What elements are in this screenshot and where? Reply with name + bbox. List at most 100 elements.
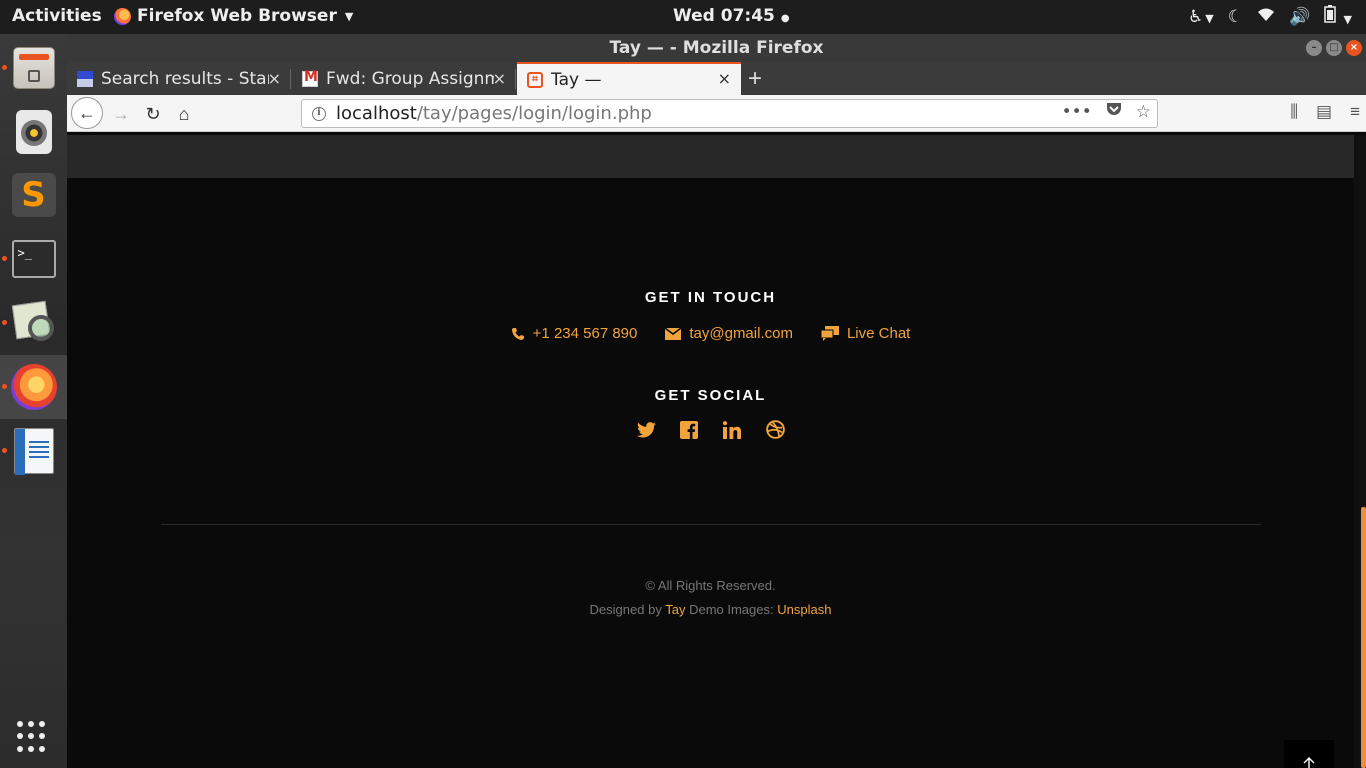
copyright-text: © All Rights Reserved. <box>645 578 776 593</box>
back-to-top-button[interactable] <box>1284 740 1334 768</box>
firefox-window: Tay — - Mozilla Firefox – □ × Search res… <box>67 34 1366 768</box>
activities-button[interactable]: Activities <box>12 6 102 26</box>
page-actions-icon[interactable]: ••• <box>1062 102 1092 122</box>
scrollbar-thumb[interactable] <box>1361 507 1366 768</box>
rhythmbox-icon <box>15 110 52 154</box>
night-light-icon[interactable]: ☾ <box>1228 7 1243 27</box>
demo-images-label: Demo Images: <box>689 602 774 617</box>
tab-search-results[interactable]: Search results - Star × <box>67 62 291 95</box>
sublime-text-icon: S <box>11 173 56 217</box>
url-path: /tay/pages/login/login.php <box>416 103 652 124</box>
site-info-icon[interactable]: i <box>312 106 326 121</box>
home-icon[interactable]: ⌂ <box>169 99 199 129</box>
facebook-icon[interactable] <box>680 420 699 439</box>
designed-by-label: Designed by <box>589 602 662 617</box>
battery-icon[interactable]: ▼ <box>1324 5 1352 28</box>
contact-list: +1 234 567 890 tay@gmail.com Live Chat <box>67 325 1354 342</box>
dock-rhythmbox[interactable] <box>0 100 67 164</box>
gnome-top-bar: Activities Firefox Web Browser ▼ Wed 07:… <box>0 0 1366 34</box>
running-indicator <box>2 320 7 325</box>
wifi-icon[interactable] <box>1257 7 1275 27</box>
toolbar-right: ⫼ ▤ ≡ <box>1290 102 1360 122</box>
twitter-icon[interactable] <box>636 420 656 439</box>
new-tab-icon[interactable]: + <box>748 65 762 93</box>
dribbble-icon[interactable] <box>765 420 785 439</box>
minimize-icon[interactable]: – <box>1306 40 1322 56</box>
live-chat-label: Live Chat <box>846 325 911 342</box>
maximize-icon[interactable]: □ <box>1326 40 1342 56</box>
url-host: localhost <box>336 103 417 124</box>
ubuntu-dock: S >_ <box>0 34 67 768</box>
url-bar[interactable]: i localhost /tay/pages/login/login.php •… <box>301 99 1158 128</box>
back-arrow-icon[interactable]: ← <box>71 97 103 129</box>
designer-link[interactable]: Tay <box>665 602 685 617</box>
phone-number: +1 234 567 890 <box>532 325 638 342</box>
arrow-up-icon <box>1303 757 1315 768</box>
reload-icon[interactable]: ↻ <box>138 99 168 129</box>
app-menu-label: Firefox Web Browser <box>137 6 337 26</box>
hamburger-menu-icon[interactable]: ≡ <box>1350 102 1360 122</box>
credits-line: Designed by Tay Demo Images: Unsplash <box>67 602 1354 617</box>
navigation-toolbar: ← → ↻ ⌂ i localhost /tay/pages/login/log… <box>67 95 1366 132</box>
page-scrollbar[interactable] <box>1354 135 1366 768</box>
dock-sublime-text[interactable]: S <box>0 163 67 227</box>
pocket-icon[interactable] <box>1106 102 1122 122</box>
tab-strip: Search results - Star × Fwd: Group Assig… <box>67 62 1366 95</box>
tab-gmail[interactable]: Fwd: Group Assignm × <box>292 62 516 95</box>
phone-link[interactable]: +1 234 567 890 <box>511 325 638 342</box>
firefox-icon <box>10 364 57 410</box>
web-page: GET IN TOUCH +1 234 567 890 tay@gmail.co… <box>67 135 1366 768</box>
window-title: Tay — - Mozilla Firefox <box>609 38 824 58</box>
close-window-icon[interactable]: × <box>1346 40 1362 56</box>
terminal-icon: >_ <box>11 240 56 278</box>
unsplash-link[interactable]: Unsplash <box>777 602 831 617</box>
running-indicator <box>2 65 7 70</box>
library-icon[interactable]: ⫼ <box>1290 102 1298 122</box>
tab-label: Search results - Star <box>101 68 269 89</box>
firefox-mini-icon <box>114 7 131 25</box>
running-indicator <box>2 384 7 389</box>
close-tab-icon[interactable]: × <box>268 69 281 88</box>
tab-label: Tay — <box>551 69 602 90</box>
get-in-touch-heading: GET IN TOUCH <box>644 289 777 306</box>
dock-image-viewer[interactable] <box>0 291 67 355</box>
sidebar-icon[interactable]: ▤ <box>1316 102 1332 122</box>
system-tray[interactable]: ♿ ▼ ☾ 🔊 ▼ <box>1188 5 1352 28</box>
bookmark-star-icon[interactable]: ☆ <box>1136 102 1151 122</box>
phone-icon <box>511 327 524 340</box>
running-indicator <box>2 256 7 261</box>
files-icon <box>12 47 55 89</box>
show-applications-icon[interactable] <box>17 721 49 753</box>
site-favicon-icon <box>77 70 93 87</box>
social-links <box>67 420 1354 439</box>
clock[interactable]: Wed 07:45 ● <box>673 6 790 26</box>
dock-libreoffice-writer[interactable] <box>0 419 67 483</box>
window-titlebar[interactable]: Tay — - Mozilla Firefox – □ × <box>67 34 1366 62</box>
live-chat-link[interactable]: Live Chat <box>820 325 911 342</box>
window-controls: – □ × <box>1306 40 1362 56</box>
caret-down-icon: ▼ <box>344 9 354 23</box>
clock-label: Wed 07:45 <box>673 6 775 26</box>
tay-favicon-icon: ⌗ <box>527 71 543 88</box>
close-tab-icon[interactable]: × <box>493 69 506 88</box>
volume-icon[interactable]: 🔊 <box>1289 7 1310 27</box>
app-menu[interactable]: Firefox Web Browser ▼ <box>114 6 353 26</box>
forward-arrow-icon[interactable]: → <box>106 99 136 129</box>
accessibility-icon[interactable]: ♿ ▼ <box>1188 7 1214 27</box>
previous-section <box>67 135 1354 178</box>
writer-icon <box>13 428 54 475</box>
dock-firefox[interactable] <box>0 355 67 419</box>
get-social-heading: GET SOCIAL <box>654 387 767 404</box>
site-footer: GET IN TOUCH +1 234 567 890 tay@gmail.co… <box>67 178 1354 768</box>
envelope-icon <box>665 327 682 340</box>
dock-files[interactable] <box>0 36 67 100</box>
dock-terminal[interactable]: >_ <box>0 227 67 291</box>
tab-label: Fwd: Group Assignm <box>326 68 494 89</box>
image-viewer-icon <box>12 301 56 345</box>
close-tab-icon[interactable]: × <box>718 69 731 88</box>
linkedin-icon[interactable] <box>723 420 742 439</box>
notification-dot-icon: ● <box>780 13 790 24</box>
tab-tay-active[interactable]: ⌗ Tay — × <box>517 62 741 95</box>
email-link[interactable]: tay@gmail.com <box>665 325 793 342</box>
email-address: tay@gmail.com <box>689 325 793 342</box>
